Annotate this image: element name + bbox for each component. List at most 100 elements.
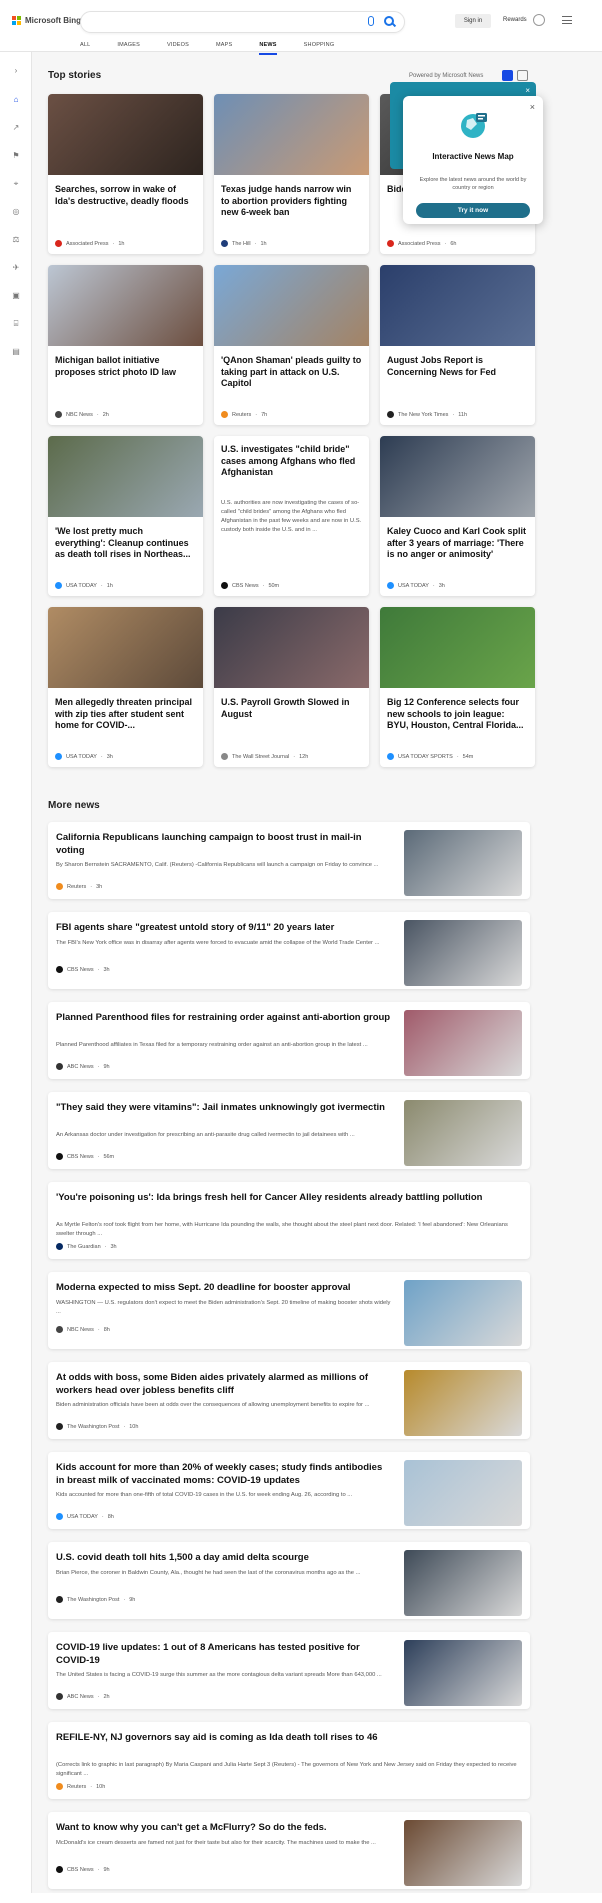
popup-close-icon[interactable]: ×	[530, 102, 535, 112]
news-list-item[interactable]: COVID-19 live updates: 1 out of 8 Americ…	[48, 1632, 530, 1709]
tab-images[interactable]: IMAGES	[117, 38, 140, 55]
news-title[interactable]: U.S. covid death toll hits 1,500 a day a…	[56, 1552, 391, 1565]
story-image[interactable]	[380, 607, 535, 688]
news-list-item[interactable]: Kids account for more than 20% of weekly…	[48, 1452, 530, 1529]
story-image[interactable]	[48, 436, 203, 517]
news-thumbnail[interactable]	[404, 1820, 522, 1886]
rewards-link[interactable]: Rewards	[503, 17, 527, 23]
news-title[interactable]: COVID-19 live updates: 1 out of 8 Americ…	[56, 1642, 391, 1667]
story-card[interactable]: Michigan ballot initiative proposes stri…	[48, 265, 203, 425]
entertainment-icon[interactable]: ▣	[11, 291, 21, 301]
science-rocket-icon[interactable]: ✈	[11, 263, 21, 273]
hamburger-menu-icon[interactable]	[562, 16, 572, 24]
news-thumbnail[interactable]	[404, 1550, 522, 1616]
news-thumbnail[interactable]	[404, 1370, 522, 1436]
story-title[interactable]: Big 12 Conference selects four new schoo…	[387, 697, 528, 732]
widget-close-icon[interactable]: ×	[525, 86, 530, 95]
story-image[interactable]	[48, 94, 203, 175]
news-thumbnail[interactable]	[404, 830, 522, 896]
story-title[interactable]: Kaley Cuoco and Karl Cook split after 3 …	[387, 526, 528, 561]
news-list-item[interactable]: FBI agents share "greatest untold story …	[48, 912, 530, 989]
news-thumbnail[interactable]	[404, 1280, 522, 1346]
news-list-item[interactable]: "They said they were vitamins": Jail inm…	[48, 1092, 530, 1169]
expand-chevron-icon[interactable]: ›	[11, 66, 21, 76]
story-image[interactable]	[214, 265, 369, 346]
news-snippet: WASHINGTON — U.S. regulators don't expec…	[56, 1300, 391, 1315]
news-title[interactable]: Planned Parenthood files for restraining…	[56, 1012, 391, 1025]
home-icon[interactable]: ⌂	[11, 95, 21, 105]
flag-icon[interactable]: ⚑	[11, 151, 21, 161]
trending-icon[interactable]: ↗	[11, 123, 21, 133]
story-title[interactable]: 'We lost pretty much everything': Cleanu…	[55, 526, 196, 561]
news-list-item[interactable]: Want to know why you can't get a McFlurr…	[48, 1812, 530, 1889]
story-card[interactable]: U.S. investigates "child bride" cases am…	[214, 436, 369, 596]
grid-view-icon[interactable]	[502, 70, 513, 81]
news-list-item[interactable]: U.S. covid death toll hits 1,500 a day a…	[48, 1542, 530, 1619]
politics-icon[interactable]: ⚖	[11, 235, 21, 245]
story-title[interactable]: Texas judge hands narrow win to abortion…	[221, 184, 362, 219]
tab-news[interactable]: NEWS	[259, 38, 277, 55]
news-list-item[interactable]: At odds with boss, some Biden aides priv…	[48, 1362, 530, 1439]
news-list-item[interactable]: Planned Parenthood files for restraining…	[48, 1002, 530, 1079]
story-card[interactable]: Searches, sorrow in wake of Ida's destru…	[48, 94, 203, 254]
story-card[interactable]: U.S. Payroll Growth Slowed in August The …	[214, 607, 369, 767]
news-title[interactable]: At odds with boss, some Biden aides priv…	[56, 1372, 391, 1397]
story-card[interactable]: Big 12 Conference selects four new schoo…	[380, 607, 535, 767]
news-thumbnail[interactable]	[404, 1640, 522, 1706]
news-thumbnail[interactable]	[404, 1100, 522, 1166]
search-icon[interactable]	[384, 16, 394, 26]
story-image[interactable]	[48, 607, 203, 688]
story-card[interactable]: Texas judge hands narrow win to abortion…	[214, 94, 369, 254]
story-image[interactable]	[214, 607, 369, 688]
tab-videos[interactable]: VIDEOS	[167, 38, 189, 55]
story-card[interactable]: Men allegedly threaten principal with zi…	[48, 607, 203, 767]
news-list-item[interactable]: California Republicans launching campaig…	[48, 822, 530, 899]
story-title[interactable]: 'QAnon Shaman' pleads guilty to taking p…	[221, 355, 362, 390]
news-title[interactable]: REFILE-NY, NJ governors say aid is comin…	[56, 1732, 521, 1745]
story-source: USA TODAY · 3h	[55, 753, 113, 760]
separator: ·	[104, 1243, 107, 1250]
sign-in-button[interactable]: Sign in	[455, 14, 491, 28]
news-title[interactable]: Moderna expected to miss Sept. 20 deadli…	[56, 1282, 391, 1295]
story-title[interactable]: Searches, sorrow in wake of Ida's destru…	[55, 184, 196, 207]
story-card[interactable]: Kaley Cuoco and Karl Cook split after 3 …	[380, 436, 535, 596]
news-thumbnail[interactable]	[404, 1460, 522, 1526]
story-card[interactable]: 'QAnon Shaman' pleads guilty to taking p…	[214, 265, 369, 425]
news-thumbnail[interactable]	[404, 920, 522, 986]
bank-icon[interactable]: ⌸	[11, 319, 21, 329]
story-title[interactable]: U.S. Payroll Growth Slowed in August	[221, 697, 362, 720]
news-title[interactable]: Want to know why you can't get a McFlurr…	[56, 1822, 391, 1835]
news-title[interactable]: FBI agents share "greatest untold story …	[56, 922, 391, 935]
news-thumbnail[interactable]	[404, 1010, 522, 1076]
rewards-trophy-icon[interactable]	[533, 14, 545, 26]
separator: ·	[90, 883, 93, 890]
story-image[interactable]	[380, 436, 535, 517]
news-list-item[interactable]: Moderna expected to miss Sept. 20 deadli…	[48, 1272, 530, 1349]
story-image[interactable]	[380, 265, 535, 346]
news-title[interactable]: 'You're poisoning us': Ida brings fresh …	[56, 1192, 521, 1205]
news-list-item[interactable]: 'You're poisoning us': Ida brings fresh …	[48, 1182, 530, 1259]
story-card[interactable]: 'We lost pretty much everything': Cleanu…	[48, 436, 203, 596]
news-title[interactable]: Kids account for more than 20% of weekly…	[56, 1462, 391, 1487]
globe-icon[interactable]: ◎	[11, 207, 21, 217]
news-list-item[interactable]: REFILE-NY, NJ governors say aid is comin…	[48, 1722, 530, 1799]
news-title[interactable]: California Republicans launching campaig…	[56, 832, 391, 857]
business-icon[interactable]: ▤	[11, 347, 21, 357]
map-view-icon[interactable]	[517, 70, 528, 81]
story-card[interactable]: August Jobs Report is Concerning News fo…	[380, 265, 535, 425]
story-image[interactable]	[214, 94, 369, 175]
location-pin-icon[interactable]: ⌖	[11, 179, 21, 189]
story-image[interactable]	[48, 265, 203, 346]
tab-shopping[interactable]: SHOPPING	[304, 38, 335, 55]
story-title[interactable]: August Jobs Report is Concerning News fo…	[387, 355, 528, 378]
try-it-now-button[interactable]: Try it now	[416, 203, 530, 218]
bing-logo[interactable]: Microsoft Bing	[12, 16, 81, 25]
story-title[interactable]: U.S. investigates "child bride" cases am…	[221, 444, 362, 479]
tab-maps[interactable]: MAPS	[216, 38, 232, 55]
microphone-icon[interactable]	[368, 16, 374, 26]
story-title[interactable]: Men allegedly threaten principal with zi…	[55, 697, 196, 732]
tab-all[interactable]: ALL	[80, 38, 90, 55]
news-title[interactable]: "They said they were vitamins": Jail inm…	[56, 1102, 391, 1115]
story-title[interactable]: Michigan ballot initiative proposes stri…	[55, 355, 196, 378]
search-input[interactable]	[80, 11, 405, 33]
